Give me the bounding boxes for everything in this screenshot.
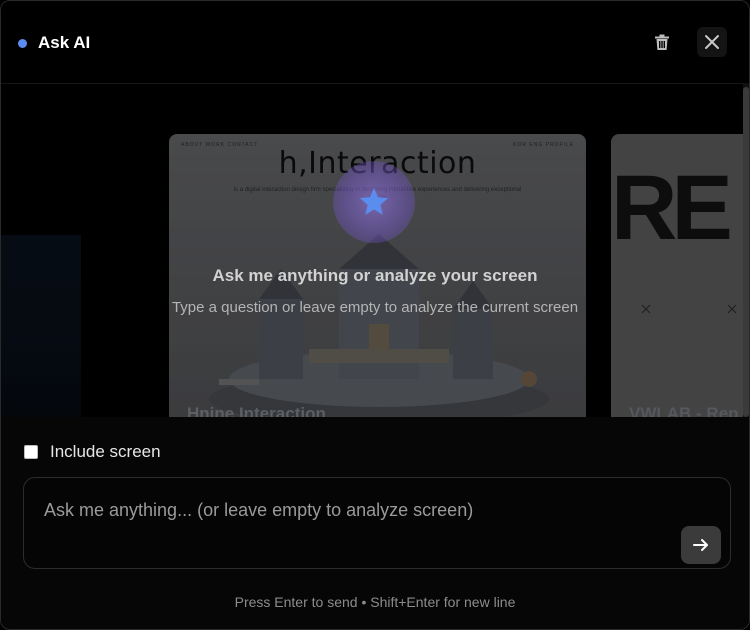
card-logo: RE <box>611 157 733 259</box>
ask-ai-panel: ABOUT WORK CONTACT KOR ENG PROFILE h,Int… <box>0 0 750 630</box>
previous-screen-thumbnail <box>1 235 81 417</box>
panel-title: Ask AI <box>38 33 91 52</box>
arrow-right-icon <box>693 539 708 551</box>
trash-icon <box>655 34 669 50</box>
include-screen-checkbox[interactable] <box>24 445 38 459</box>
close-button[interactable] <box>697 27 727 57</box>
castle-illustration <box>209 234 549 417</box>
status-indicator <box>18 39 27 48</box>
delete-button[interactable] <box>647 27 677 57</box>
scrollbar-thumb[interactable] <box>743 87 749 417</box>
include-screen-label[interactable]: Include screen <box>50 442 161 462</box>
scrollbar[interactable] <box>743 83 749 417</box>
screen-preview-stage: ABOUT WORK CONTACT KOR ENG PROFILE h,Int… <box>1 83 749 417</box>
send-button[interactable] <box>681 526 721 564</box>
card-title: Hnine Interaction <box>187 404 326 417</box>
empty-state-heading: Ask me anything or analyze your screen <box>212 266 538 285</box>
panel-header: Ask AI <box>1 1 749 84</box>
include-screen-option[interactable]: Include screen <box>23 442 161 462</box>
empty-state-subtext: Type a question or leave empty to analyz… <box>171 299 579 316</box>
card-title: VWLAB - Rep <box>629 404 739 417</box>
close-icon <box>705 35 719 49</box>
question-input[interactable]: Ask me anything... (or leave empty to an… <box>23 477 731 569</box>
keyboard-hint: Press Enter to send • Shift+Enter for ne… <box>234 594 516 610</box>
sparkle-icon <box>359 187 389 215</box>
question-input-placeholder[interactable]: Ask me anything... (or leave empty to an… <box>44 500 473 521</box>
sparkle-badge <box>333 161 415 243</box>
